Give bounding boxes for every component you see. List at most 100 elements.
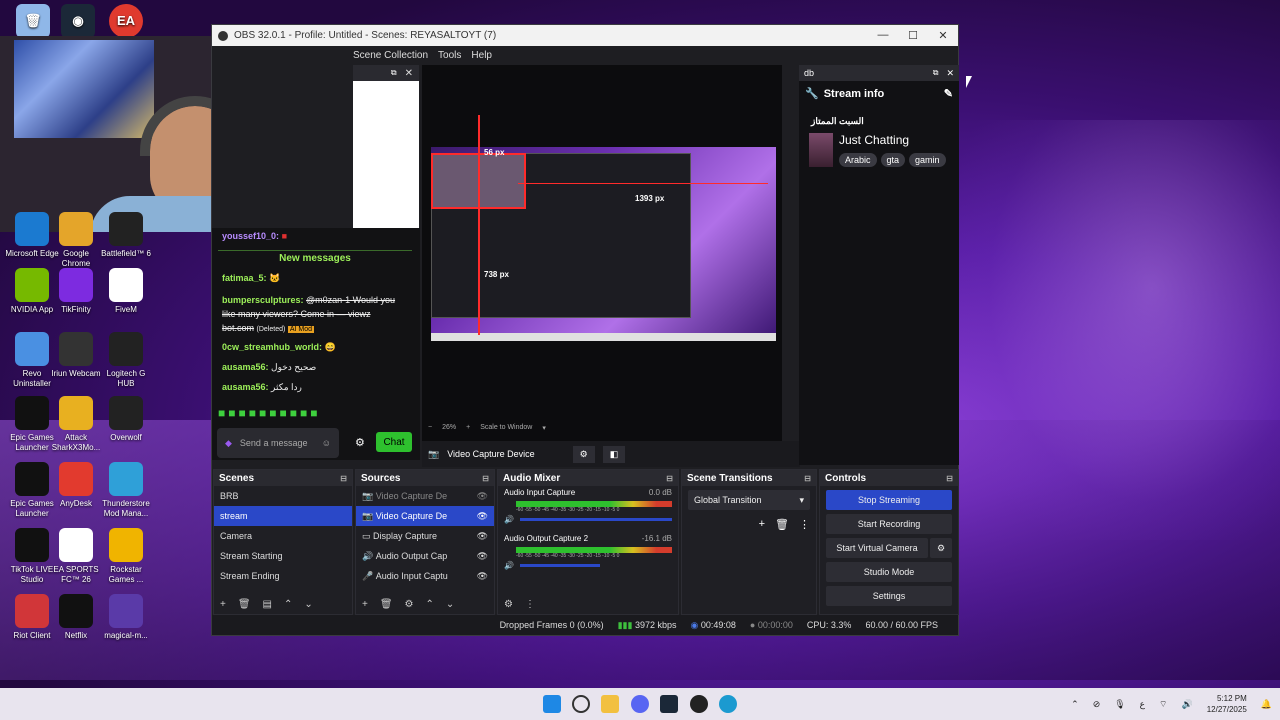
search-icon[interactable] bbox=[572, 695, 590, 713]
move-down-icon[interactable]: ⌄ bbox=[446, 599, 454, 610]
desktop-icon[interactable]: Google Chrome bbox=[48, 212, 104, 269]
desktop-icon[interactable]: Attack SharkX3Mo... bbox=[48, 396, 104, 453]
language-indicator[interactable]: ع bbox=[1140, 699, 1145, 710]
obs-taskbar-icon[interactable] bbox=[690, 695, 708, 713]
microphone-icon[interactable]: 🎙 bbox=[1114, 699, 1125, 710]
tray-overflow-chevron-icon[interactable]: ⌃ bbox=[1071, 699, 1079, 710]
add-icon[interactable]: + bbox=[220, 599, 226, 610]
chat-settings-gear-icon[interactable]: ⚙ bbox=[355, 436, 365, 449]
source-properties-gear-icon[interactable]: ⚙ bbox=[572, 445, 595, 463]
transition-select[interactable]: Global Transition ▾ bbox=[688, 490, 810, 510]
desktop-icon[interactable]: Rockstar Games ... bbox=[98, 528, 154, 585]
visibility-eye-icon[interactable]: 👁 bbox=[477, 551, 488, 562]
move-up-icon[interactable]: ⌃ bbox=[284, 599, 292, 610]
tag-pill[interactable]: Arabic bbox=[839, 153, 877, 167]
notification-bell-icon[interactable]: 🔔 bbox=[1261, 699, 1272, 710]
filter-icon[interactable]: ▤ bbox=[263, 599, 272, 610]
tag-pill[interactable]: gta bbox=[880, 153, 906, 167]
speaker-icon[interactable]: 🔊 bbox=[504, 515, 514, 524]
source-item[interactable]: ▭ Display Capture 👁 bbox=[356, 526, 494, 546]
zoom-in-button[interactable]: + bbox=[466, 424, 470, 432]
chat-username[interactable]: fatimaa_5: bbox=[222, 273, 267, 283]
chat-send-button[interactable]: Chat bbox=[376, 432, 412, 452]
discord-icon[interactable] bbox=[631, 695, 649, 713]
visibility-eye-icon[interactable]: 👁 bbox=[477, 531, 488, 542]
maximize-button[interactable]: ☐ bbox=[898, 29, 928, 42]
add-icon[interactable]: + bbox=[362, 599, 368, 610]
chat-username[interactable]: ausama56: bbox=[222, 382, 269, 392]
desktop-icon[interactable]: TikFinity bbox=[48, 268, 104, 315]
dock-popout-icon[interactable]: ⊟ bbox=[666, 474, 673, 483]
menu-tools[interactable]: Tools bbox=[438, 50, 461, 61]
emoji-icon[interactable]: ☺ bbox=[322, 438, 331, 448]
more-icon[interactable]: ⋮ bbox=[799, 518, 810, 531]
tag-pill[interactable]: gamin bbox=[909, 153, 946, 167]
trash-icon[interactable]: 🗑 bbox=[238, 599, 251, 610]
desktop-icon[interactable]: Iriun Webcam bbox=[48, 332, 104, 379]
more-icon[interactable]: ⋮ bbox=[525, 599, 535, 610]
trash-icon[interactable]: 🗑 bbox=[775, 518, 789, 531]
clock[interactable]: 5:12 PM 12/27/2025 bbox=[1207, 693, 1247, 715]
desktop-icon[interactable]: Logitech G HUB bbox=[98, 332, 154, 389]
chat-input[interactable]: ◆ Send a message ☺ bbox=[217, 428, 339, 458]
advanced-audio-gear-icon[interactable]: ⚙ bbox=[504, 599, 513, 610]
chat-dock-close-icon[interactable]: ✕ bbox=[405, 68, 413, 79]
bits-icon[interactable]: ◆ bbox=[225, 438, 232, 449]
desktop-icon[interactable]: Thunderstore Mod Mana... bbox=[98, 462, 154, 519]
desktop-icon[interactable]: EA SPORTS FC™ 26 bbox=[48, 528, 104, 585]
dock-popout-icon[interactable]: ⊟ bbox=[482, 474, 489, 483]
edge-taskbar-icon[interactable] bbox=[719, 695, 737, 713]
dock-popout-icon[interactable]: ⊟ bbox=[340, 474, 347, 483]
zoom-out-button[interactable]: − bbox=[428, 424, 432, 432]
scene-item[interactable]: Stream Ending bbox=[214, 566, 352, 586]
volume-slider[interactable] bbox=[519, 564, 600, 567]
source-item[interactable]: 🎤 Audio Input Captu 👁 bbox=[356, 566, 494, 586]
speaker-icon[interactable]: 🔊 bbox=[504, 561, 514, 570]
virtual-camera-gear-icon[interactable]: ⚙ bbox=[930, 538, 952, 558]
source-filters-icon[interactable]: ◧ bbox=[602, 445, 626, 463]
undock-icon[interactable]: ⧉ bbox=[933, 68, 939, 78]
start-windows-icon[interactable] bbox=[543, 695, 561, 713]
obs-titlebar[interactable]: OBS 32.0.1 - Profile: Untitled - Scenes:… bbox=[212, 25, 958, 46]
volume-slider[interactable] bbox=[519, 518, 672, 521]
add-icon[interactable]: + bbox=[759, 518, 765, 531]
preview-canvas[interactable]: 56 px 1393 px 738 px − 26% + Scale to Wi… bbox=[422, 65, 782, 441]
visibility-eye-icon[interactable]: 👁 bbox=[477, 491, 488, 502]
desktop-icon[interactable]: Netflix bbox=[48, 594, 104, 641]
close-button[interactable]: ✕ bbox=[928, 29, 958, 42]
scene-item[interactable]: BRB bbox=[214, 486, 352, 506]
scene-item[interactable]: Stream Starting bbox=[214, 546, 352, 566]
dock-close-icon[interactable]: ✕ bbox=[946, 68, 954, 79]
edit-pencil-icon[interactable]: ✎ bbox=[944, 87, 953, 100]
move-down-icon[interactable]: ⌄ bbox=[304, 599, 312, 610]
move-up-icon[interactable]: ⌃ bbox=[426, 599, 434, 610]
settings-button[interactable]: Settings bbox=[826, 586, 952, 606]
steam-taskbar-icon[interactable] bbox=[660, 695, 678, 713]
undock-icon[interactable]: ⧉ bbox=[391, 68, 397, 78]
source-item-selected[interactable]: 📷 Video Capture De 👁 bbox=[356, 506, 494, 526]
network-off-icon[interactable]: ⊘ bbox=[1093, 699, 1101, 710]
start-recording-button[interactable]: Start Recording bbox=[826, 514, 952, 534]
trash-icon[interactable]: 🗑 bbox=[380, 599, 393, 610]
gear-icon[interactable]: ⚙ bbox=[405, 599, 414, 610]
desktop-icon[interactable]: AnyDesk bbox=[48, 462, 104, 509]
studio-mode-button[interactable]: Studio Mode bbox=[826, 562, 952, 582]
chat-username[interactable]: 0cw_streamhub_world: bbox=[222, 342, 322, 352]
file-explorer-icon[interactable] bbox=[601, 695, 619, 713]
visibility-eye-icon[interactable]: 👁 bbox=[477, 511, 488, 522]
chat-username[interactable]: bumpersculptures: bbox=[222, 295, 304, 305]
start-virtual-camera-button[interactable]: Start Virtual Camera bbox=[826, 538, 928, 558]
source-item[interactable]: 📷 Video Capture De 👁 bbox=[356, 486, 494, 506]
desktop-icon[interactable]: FiveM bbox=[98, 268, 154, 315]
emote-picker-row[interactable]: ■■■■■■■■■■ bbox=[218, 406, 320, 420]
source-item[interactable]: 🔊 Audio Output Cap 👁 bbox=[356, 546, 494, 566]
menu-help[interactable]: Help bbox=[471, 50, 492, 61]
menu-scene-collection[interactable]: Scene Collection bbox=[353, 50, 428, 61]
chat-username[interactable]: ausama56: bbox=[222, 362, 269, 372]
minimize-button[interactable]: — bbox=[868, 29, 898, 42]
wifi-icon[interactable]: ⌔ bbox=[1159, 699, 1167, 710]
scale-mode[interactable]: Scale to Window bbox=[480, 424, 532, 432]
desktop-icon[interactable]: Overwolf bbox=[98, 396, 154, 443]
scene-item[interactable]: Camera bbox=[214, 526, 352, 546]
stop-streaming-button[interactable]: Stop Streaming bbox=[826, 490, 952, 510]
